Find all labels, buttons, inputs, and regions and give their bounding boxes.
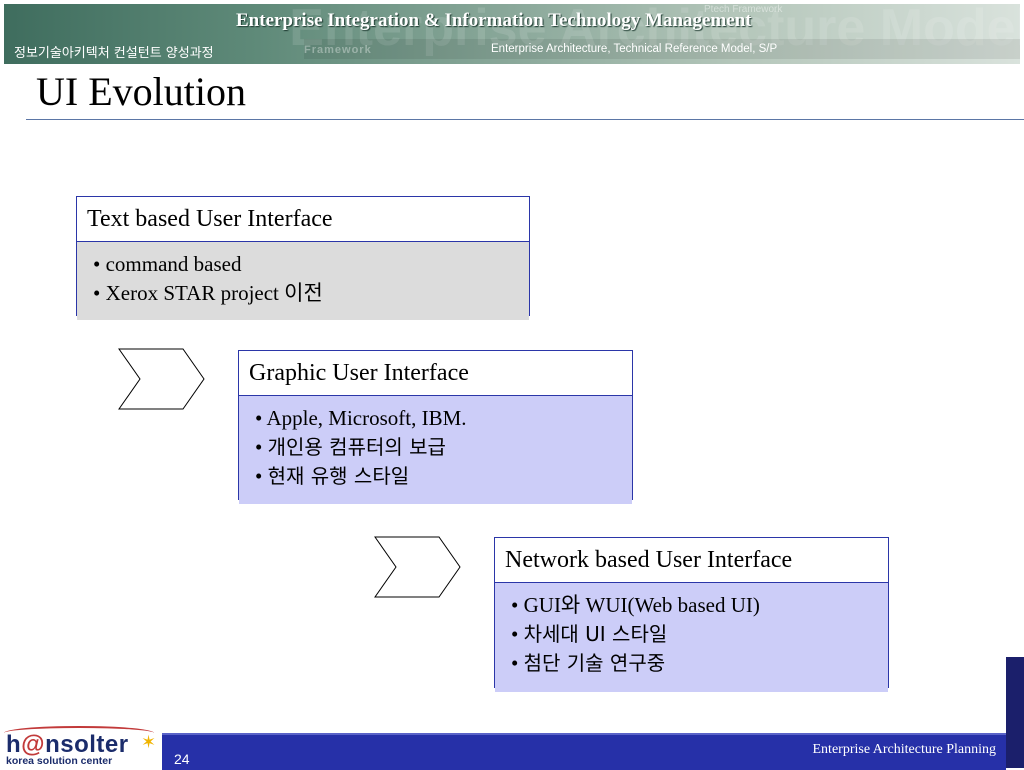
list-item: • GUI와 WUI(Web based UI) (511, 593, 760, 617)
list-item: • 차세대 UI 스타일 (511, 622, 668, 646)
stage-text-ui: Text based User Interface • command base… (76, 196, 530, 320)
list-item: • 첨단 기술 연구중 (511, 651, 666, 675)
stage-body: • Apple, Microsoft, IBM. • 개인용 컴퓨터의 보급 •… (239, 396, 632, 504)
list-item: • Xerox STAR project 이전 (93, 281, 323, 305)
list-item: • 개인용 컴퓨터의 보급 (255, 435, 446, 459)
footer-bar: 24 Enterprise Architecture Planning (162, 733, 1006, 770)
stage-graphic-ui: Graphic User Interface • Apple, Microsof… (238, 350, 633, 504)
stage-heading: Text based User Interface (77, 197, 529, 242)
list-item: • 현재 유행 스타일 (255, 464, 410, 488)
title-divider (26, 119, 1024, 120)
stage-heading: Graphic User Interface (239, 351, 632, 396)
page-title: UI Evolution (36, 69, 246, 114)
list-item: • command based (93, 252, 242, 276)
page-number: 24 (174, 751, 190, 767)
stage-body: • command based • Xerox STAR project 이전 (77, 242, 529, 320)
stage-heading: Network based User Interface (495, 538, 888, 583)
stage-network-ui: Network based User Interface • GUI와 WUI(… (494, 537, 889, 692)
company-logo: h@nsolter ✶ korea solution center (4, 726, 162, 768)
logo-tagline: korea solution center (6, 755, 113, 767)
star-icon: ✶ (141, 732, 157, 752)
edge-decoration (1006, 657, 1024, 768)
header-banner: Enterprise Architecture Model Ptech Fram… (4, 4, 1020, 64)
banner-title: Enterprise Integration & Information Tec… (236, 10, 752, 31)
course-name: 정보기술아키텍처 컨설턴트 양성과정 (14, 46, 214, 61)
chevron-right-icon (118, 348, 205, 410)
banner-watermark-small: Framework (304, 44, 372, 56)
stage-body: • GUI와 WUI(Web based UI) • 차세대 UI 스타일 • … (495, 583, 888, 692)
chevron-right-icon (374, 536, 461, 598)
footer-title: Enterprise Architecture Planning (812, 742, 997, 757)
list-item: • Apple, Microsoft, IBM. (255, 406, 467, 430)
banner-subtitle: Enterprise Architecture, Technical Refer… (491, 43, 778, 55)
